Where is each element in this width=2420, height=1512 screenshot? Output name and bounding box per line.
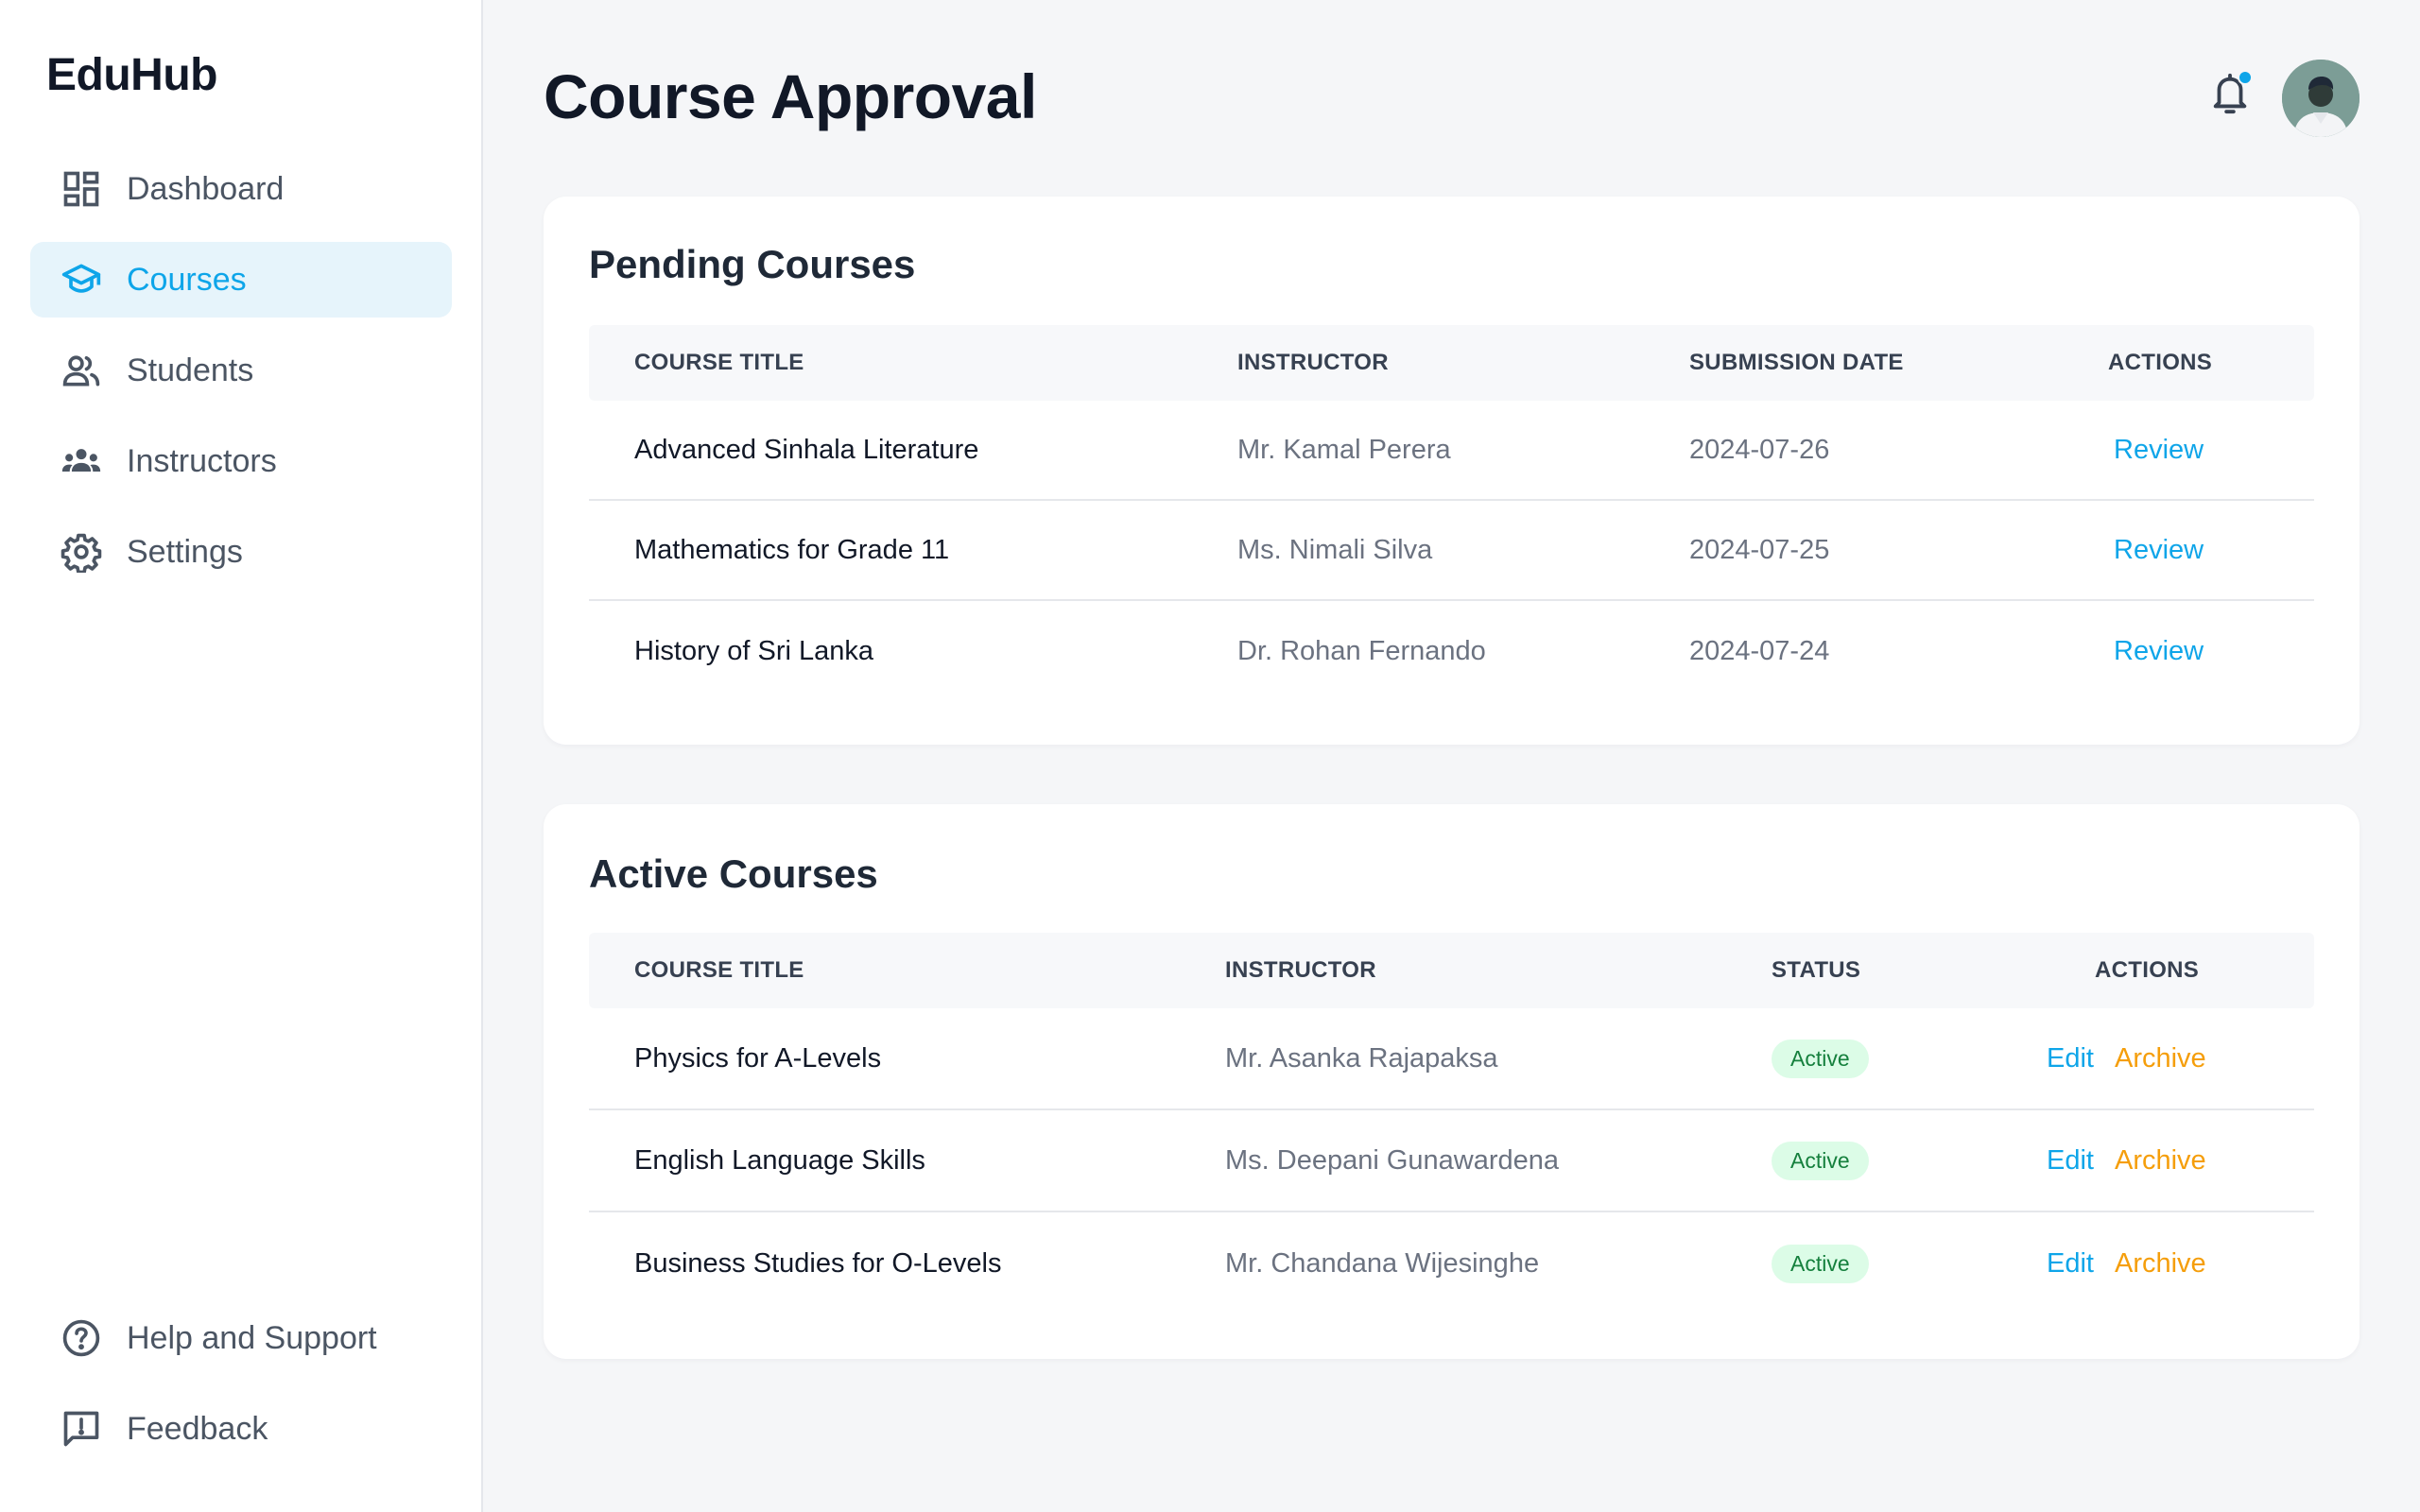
status-badge: Active [1772, 1244, 1869, 1283]
course-title: Business Studies for O-Levels [634, 1247, 1002, 1279]
col-status: STATUS [1772, 957, 1861, 983]
people-icon [60, 350, 102, 391]
feedback-icon [60, 1408, 102, 1450]
col-instructor: INSTRUCTOR [1225, 957, 1376, 983]
sidebar-item-label: Courses [127, 261, 247, 298]
status-cell: Active [1772, 1212, 1869, 1314]
course-title: English Language Skills [634, 1144, 925, 1176]
table-row: English Language Skills Ms. Deepani Guna… [589, 1110, 2314, 1212]
gear-icon [60, 531, 102, 573]
active-courses-card: Active Courses COURSE TITLE INSTRUCTOR S… [544, 804, 2360, 1359]
actions-cell: Edit Archive [2047, 1212, 2206, 1314]
course-title: Mathematics for Grade 11 [634, 534, 950, 565]
review-link[interactable]: Review [2114, 601, 2204, 701]
active-courses-title: Active Courses [589, 851, 878, 896]
status-badge: Active [1772, 1141, 1869, 1180]
sidebar-item-courses[interactable]: Courses [30, 242, 452, 318]
archive-link[interactable]: Archive [2115, 1248, 2206, 1280]
instructor-name: Ms. Nimali Silva [1237, 534, 1433, 565]
sidebar-item-label: Instructors [127, 442, 277, 479]
active-table-header: COURSE TITLE INSTRUCTOR STATUS ACTIONS [589, 933, 2314, 1008]
sidebar-item-students[interactable]: Students [30, 333, 452, 408]
sidebar-item-label: Settings [127, 533, 243, 570]
notification-dot [2238, 70, 2253, 85]
graduation-cap-icon [60, 259, 102, 301]
instructor-name: Ms. Deepani Gunawardena [1225, 1144, 1560, 1176]
archive-link[interactable]: Archive [2115, 1043, 2206, 1074]
instructor-name: Dr. Rohan Fernando [1237, 635, 1486, 666]
review-link[interactable]: Review [2114, 401, 2204, 499]
sidebar-item-instructors[interactable]: Instructors [30, 423, 452, 499]
review-link[interactable]: Review [2114, 501, 2204, 599]
table-row: Business Studies for O-Levels Mr. Chanda… [589, 1212, 2314, 1314]
submission-date: 2024-07-26 [1689, 434, 1830, 465]
col-actions: ACTIONS [2108, 350, 2213, 375]
course-title: Physics for A-Levels [634, 1042, 882, 1074]
app-logo: EduHub [46, 50, 217, 100]
course-title: History of Sri Lanka [634, 635, 874, 666]
pending-table-header: COURSE TITLE INSTRUCTOR SUBMISSION DATE … [589, 325, 2314, 401]
page-title: Course Approval [544, 61, 1037, 131]
col-actions: ACTIONS [2095, 957, 2200, 983]
col-submission-date: SUBMISSION DATE [1689, 350, 1904, 375]
pending-courses-title: Pending Courses [589, 242, 916, 286]
pending-courses-card: Pending Courses COURSE TITLE INSTRUCTOR … [544, 197, 2360, 745]
help-icon [60, 1317, 102, 1359]
sidebar-item-label: Dashboard [127, 170, 285, 207]
table-row: Physics for A-Levels Mr. Asanka Rajapaks… [589, 1008, 2314, 1110]
instructor-name: Mr. Chandana Wijesinghe [1225, 1247, 1540, 1279]
col-course-title: COURSE TITLE [634, 957, 804, 983]
status-cell: Active [1772, 1110, 1869, 1211]
sidebar-item-label: Help and Support [127, 1319, 377, 1356]
instructor-name: Mr. Asanka Rajapaksa [1225, 1042, 1498, 1074]
submission-date: 2024-07-25 [1689, 534, 1830, 565]
groups-icon [60, 440, 102, 482]
edit-link[interactable]: Edit [2047, 1043, 2094, 1074]
status-badge: Active [1772, 1039, 1869, 1078]
table-row: Advanced Sinhala Literature Mr. Kamal Pe… [589, 401, 2314, 501]
sidebar-item-help[interactable]: Help and Support [30, 1300, 452, 1376]
submission-date: 2024-07-24 [1689, 635, 1830, 666]
instructor-name: Mr. Kamal Perera [1237, 434, 1451, 465]
archive-link[interactable]: Archive [2115, 1145, 2206, 1177]
status-cell: Active [1772, 1008, 1869, 1108]
actions-cell: Edit Archive [2047, 1008, 2206, 1108]
edit-link[interactable]: Edit [2047, 1248, 2094, 1280]
actions-cell: Edit Archive [2047, 1110, 2206, 1211]
sidebar-item-settings[interactable]: Settings [30, 514, 452, 590]
sidebar: EduHub Dashboard Courses Students Instru… [0, 0, 483, 1512]
col-instructor: INSTRUCTOR [1237, 350, 1389, 375]
sidebar-item-feedback[interactable]: Feedback [30, 1391, 452, 1467]
sidebar-item-label: Students [127, 352, 254, 388]
dashboard-icon [60, 168, 102, 210]
avatar[interactable] [2282, 60, 2360, 137]
sidebar-item-dashboard[interactable]: Dashboard [30, 151, 452, 227]
sidebar-item-label: Feedback [127, 1410, 268, 1447]
course-title: Advanced Sinhala Literature [634, 434, 979, 465]
table-row: Mathematics for Grade 11 Ms. Nimali Silv… [589, 501, 2314, 601]
edit-link[interactable]: Edit [2047, 1145, 2094, 1177]
col-course-title: COURSE TITLE [634, 350, 804, 375]
table-row: History of Sri Lanka Dr. Rohan Fernando … [589, 601, 2314, 701]
bell-icon [2208, 73, 2252, 121]
